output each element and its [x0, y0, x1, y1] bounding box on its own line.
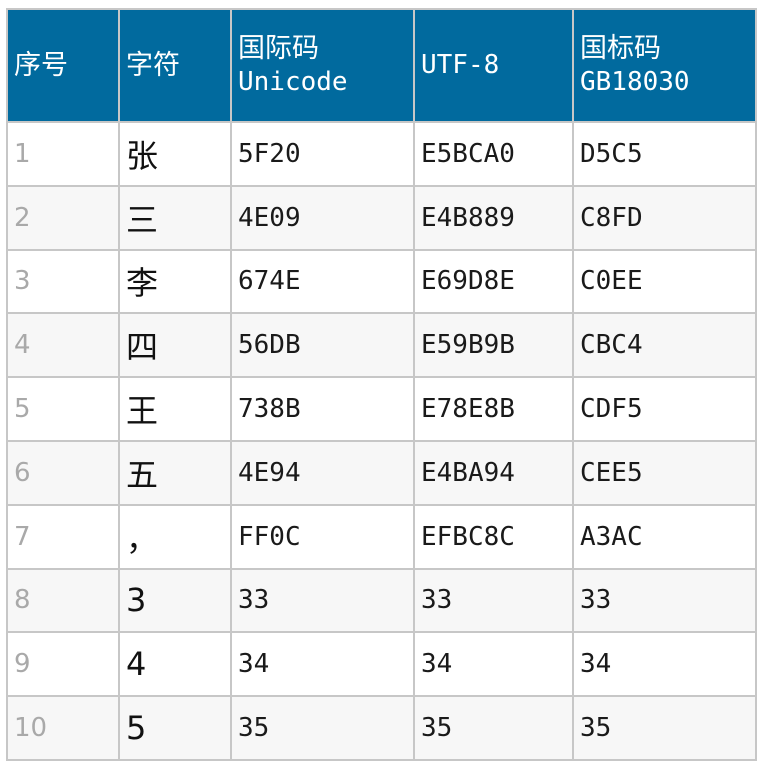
header-unicode-label: 国际码: [238, 33, 319, 65]
cell-gb: D5C5: [572, 121, 757, 187]
table-row: 3 李 674E E69D8E C0EE: [6, 248, 757, 315]
cell-gb: CBC4: [572, 312, 757, 379]
cell-utf8: 35: [413, 695, 574, 761]
cell-char: 五: [118, 439, 232, 506]
cell-index: 4: [6, 312, 120, 379]
header-index: 序号: [6, 8, 120, 123]
header-unicode-sublabel: Unicode: [238, 67, 348, 98]
cell-gb: C0EE: [572, 248, 757, 315]
header-char: 字符: [118, 8, 232, 123]
table-row: 5 王 738B E78E8B CDF5: [6, 376, 757, 442]
header-unicode: 国际码 Unicode: [230, 8, 415, 123]
encoding-table: 序号 字符 国际码 Unicode UTF-8 国标码 GB18030 1 张 …: [6, 8, 757, 761]
cell-char: 李: [118, 248, 232, 315]
cell-gb: CDF5: [572, 376, 757, 442]
cell-index: 7: [6, 503, 120, 570]
table-row: 10 5 35 35 35: [6, 695, 757, 761]
cell-gb: CEE5: [572, 439, 757, 506]
cell-unicode: 35: [230, 695, 415, 761]
table-row: 8 3 33 33 33: [6, 567, 757, 634]
table-row: 2 三 4E09 E4B889 C8FD: [6, 184, 757, 251]
table-body: 1 张 5F20 E5BCA0 D5C5 2 三 4E09 E4B889 C8F…: [6, 121, 757, 761]
table-row: 4 四 56DB E59B9B CBC4: [6, 312, 757, 379]
cell-utf8: EFBC8C: [413, 503, 574, 570]
table-row: 6 五 4E94 E4BA94 CEE5: [6, 439, 757, 506]
cell-gb: A3AC: [572, 503, 757, 570]
cell-char: 3: [118, 567, 232, 634]
cell-index: 2: [6, 184, 120, 251]
header-index-label: 序号: [14, 49, 68, 81]
cell-char: ，: [118, 503, 232, 570]
table-row: 9 4 34 34 34: [6, 631, 757, 698]
cell-gb: 33: [572, 567, 757, 634]
cell-gb: 34: [572, 631, 757, 698]
table-row: 7 ， FF0C EFBC8C A3AC: [6, 503, 757, 570]
cell-index: 8: [6, 567, 120, 634]
cell-char: 张: [118, 121, 232, 187]
cell-utf8: E5BCA0: [413, 121, 574, 187]
cell-unicode: 5F20: [230, 121, 415, 187]
header-char-label: 字符: [126, 49, 180, 81]
cell-utf8: E4BA94: [413, 439, 574, 506]
header-gb-sublabel: GB18030: [580, 67, 690, 98]
cell-index: 9: [6, 631, 120, 698]
cell-index: 1: [6, 121, 120, 187]
cell-utf8: E59B9B: [413, 312, 574, 379]
cell-unicode: FF0C: [230, 503, 415, 570]
header-utf8-label: UTF-8: [421, 50, 500, 81]
cell-gb: C8FD: [572, 184, 757, 251]
cell-unicode: 56DB: [230, 312, 415, 379]
cell-unicode: 738B: [230, 376, 415, 442]
cell-utf8: 33: [413, 567, 574, 634]
cell-utf8: 34: [413, 631, 574, 698]
header-utf8: UTF-8: [413, 8, 574, 123]
cell-char: 四: [118, 312, 232, 379]
cell-char: 三: [118, 184, 232, 251]
cell-char: 4: [118, 631, 232, 698]
cell-index: 3: [6, 248, 120, 315]
cell-index: 5: [6, 376, 120, 442]
cell-unicode: 33: [230, 567, 415, 634]
cell-char: 5: [118, 695, 232, 761]
cell-unicode: 4E09: [230, 184, 415, 251]
cell-utf8: E4B889: [413, 184, 574, 251]
cell-unicode: 674E: [230, 248, 415, 315]
cell-utf8: E69D8E: [413, 248, 574, 315]
cell-unicode: 4E94: [230, 439, 415, 506]
cell-unicode: 34: [230, 631, 415, 698]
header-gb-label: 国标码: [580, 33, 661, 65]
cell-index: 10: [6, 695, 120, 761]
cell-utf8: E78E8B: [413, 376, 574, 442]
header-gb: 国标码 GB18030: [572, 8, 757, 123]
cell-gb: 35: [572, 695, 757, 761]
cell-char: 王: [118, 376, 232, 442]
header-row: 序号 字符 国际码 Unicode UTF-8 国标码 GB18030: [6, 8, 757, 123]
table-row: 1 张 5F20 E5BCA0 D5C5: [6, 121, 757, 187]
cell-index: 6: [6, 439, 120, 506]
